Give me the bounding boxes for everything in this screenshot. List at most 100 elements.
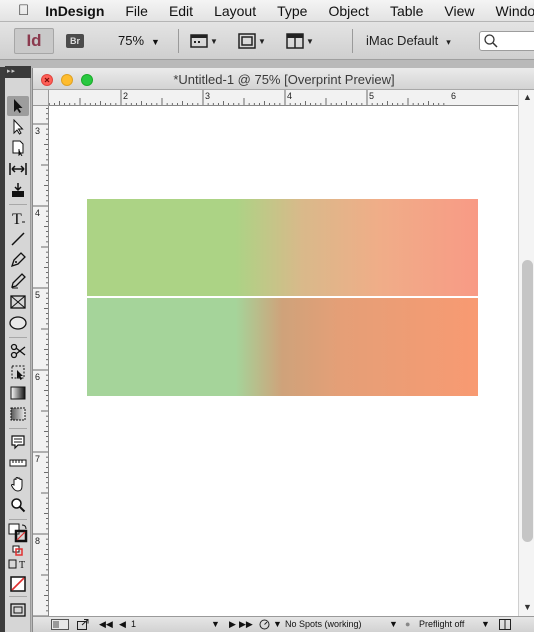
selection-tool[interactable] bbox=[7, 96, 29, 116]
gradient-feather-tool[interactable] bbox=[7, 404, 29, 424]
tools-divider bbox=[9, 337, 27, 338]
ellipse-tool[interactable] bbox=[7, 313, 29, 333]
workspace-switcher[interactable]: iMac Default ▾ bbox=[366, 33, 451, 48]
document-titlebar[interactable]: *Untitled-1 @ 75% [Overprint Preview] bbox=[33, 68, 534, 90]
menu-file[interactable]: File bbox=[125, 3, 148, 19]
page-canvas[interactable] bbox=[49, 106, 518, 616]
pen-tool-icon bbox=[10, 252, 26, 268]
type-tool-icon: T bbox=[12, 211, 25, 226]
pencil-tool-icon bbox=[11, 273, 26, 289]
status-bar: ◀◀ ◀ 1 ▼ ▶ ▶▶ ▼ No Spots (working) ▼ ● P… bbox=[33, 616, 534, 632]
last-page-icon[interactable]: ▶▶ bbox=[239, 619, 253, 630]
direct-selection-arrow-icon bbox=[13, 119, 24, 135]
apple-menu-icon[interactable]:  bbox=[18, 2, 29, 19]
type-tool[interactable]: T bbox=[7, 208, 29, 228]
preflight-chevron-icon[interactable]: ▼ bbox=[481, 619, 490, 629]
previous-page-icon[interactable]: ◀ bbox=[119, 619, 126, 630]
scissors-tool[interactable] bbox=[7, 341, 29, 361]
menu-table[interactable]: Table bbox=[390, 3, 423, 19]
note-tool[interactable] bbox=[7, 432, 29, 452]
menu-view[interactable]: View bbox=[444, 3, 474, 19]
menu-type[interactable]: Type bbox=[277, 3, 307, 19]
ruler-label: 2 bbox=[123, 91, 129, 101]
search-input[interactable] bbox=[479, 31, 534, 51]
pencil-tool[interactable] bbox=[7, 271, 29, 291]
tools-divider bbox=[9, 204, 27, 205]
vertical-scrollbar[interactable]: ▲ ▼ bbox=[518, 90, 534, 616]
menu-window[interactable]: Windo bbox=[496, 3, 534, 19]
spots-chevron-icon[interactable]: ▼ bbox=[389, 619, 398, 629]
search-icon bbox=[484, 34, 498, 48]
gradient-rectangle-bottom[interactable] bbox=[87, 298, 478, 396]
content-collector-tool[interactable] bbox=[7, 180, 29, 200]
selection-arrow-icon bbox=[14, 99, 23, 113]
application-bar: Id Br 75% ▼ ▼ ▼ ▼ iMac Default ▾ bbox=[0, 22, 534, 60]
note-tool-icon bbox=[11, 435, 25, 450]
panel-grip[interactable]: ▸▸ bbox=[5, 66, 31, 78]
horizontal-ruler[interactable]: 2 3 4 5 6 bbox=[49, 90, 518, 106]
open-page-icon[interactable] bbox=[77, 619, 89, 630]
view-options-button[interactable]: ▼ bbox=[190, 32, 218, 50]
page-tool[interactable] bbox=[7, 138, 29, 158]
rectangle-frame-icon bbox=[10, 295, 26, 309]
proof-chevron-icon[interactable]: ▼ bbox=[273, 619, 282, 629]
line-tool[interactable] bbox=[7, 229, 29, 249]
chevron-down-icon: ▼ bbox=[210, 36, 218, 46]
ruler-label: 3 bbox=[205, 91, 211, 101]
ruler-label: 4 bbox=[287, 91, 293, 101]
page-number-field[interactable]: 1 bbox=[131, 619, 136, 629]
page-thumbnail-icon[interactable] bbox=[51, 619, 69, 630]
gradient-swatch-tool[interactable] bbox=[7, 383, 29, 403]
split-window-icon[interactable] bbox=[499, 619, 511, 630]
chevron-down-icon: ▼ bbox=[306, 36, 314, 46]
fill-stroke-swatches[interactable] bbox=[7, 522, 29, 544]
indesign-logo: Id bbox=[14, 28, 54, 54]
gap-tool-icon bbox=[9, 163, 27, 175]
menu-layout[interactable]: Layout bbox=[214, 3, 256, 19]
screen-mode-tool[interactable] bbox=[7, 600, 29, 620]
ellipse-tool-icon bbox=[9, 316, 27, 330]
view-options-icon bbox=[190, 34, 208, 48]
workspace-name: iMac Default bbox=[366, 33, 439, 48]
ruler-icon bbox=[9, 459, 27, 467]
next-page-icon[interactable]: ▶ bbox=[229, 619, 236, 630]
measure-tool[interactable] bbox=[7, 453, 29, 473]
screen-mode-button[interactable]: ▼ bbox=[238, 32, 266, 50]
ruler-label: 6 bbox=[35, 372, 41, 382]
tools-divider bbox=[9, 428, 27, 429]
zoom-tool[interactable] bbox=[7, 495, 29, 515]
screen-mode-icon bbox=[238, 33, 256, 49]
proof-setup-icon[interactable] bbox=[259, 619, 271, 630]
vertical-ruler[interactable]: 3 4 5 6 7 8 bbox=[33, 106, 49, 616]
tools-divider bbox=[9, 596, 27, 597]
direct-selection-tool[interactable] bbox=[7, 117, 29, 137]
menu-object[interactable]: Object bbox=[328, 3, 368, 19]
preflight-status[interactable]: Preflight off bbox=[419, 619, 464, 629]
svg-text:T: T bbox=[19, 560, 25, 570]
arrange-documents-button[interactable]: ▼ bbox=[286, 32, 314, 50]
bridge-button[interactable]: Br bbox=[66, 34, 84, 48]
hand-tool[interactable] bbox=[7, 474, 29, 494]
ruler-label: 6 bbox=[451, 91, 457, 101]
gap-tool[interactable] bbox=[7, 159, 29, 179]
free-transform-tool[interactable] bbox=[7, 362, 29, 382]
scroll-down-arrow-icon[interactable]: ▼ bbox=[523, 602, 532, 612]
scrollbar-thumb[interactable] bbox=[522, 260, 533, 542]
ruler-label: 8 bbox=[35, 536, 41, 546]
pen-tool[interactable] bbox=[7, 250, 29, 270]
chevron-down-icon: ▼ bbox=[258, 36, 266, 46]
first-page-icon[interactable]: ◀◀ bbox=[99, 619, 113, 630]
apply-none-button[interactable] bbox=[7, 574, 29, 594]
rectangle-frame-tool[interactable] bbox=[7, 292, 29, 312]
gradient-rectangle-top[interactable] bbox=[87, 199, 478, 296]
ruler-label: 3 bbox=[35, 126, 41, 136]
menu-app-name[interactable]: InDesign bbox=[45, 3, 104, 19]
page-dropdown-chevron-icon[interactable]: ▼ bbox=[211, 619, 220, 629]
free-transform-icon bbox=[11, 365, 25, 380]
zoom-level-dropdown[interactable]: 75% ▼ bbox=[118, 33, 160, 48]
scroll-up-arrow-icon[interactable]: ▲ bbox=[523, 92, 532, 102]
menu-edit[interactable]: Edit bbox=[169, 3, 193, 19]
ruler-origin[interactable] bbox=[33, 90, 49, 106]
toolbar-divider bbox=[352, 29, 353, 53]
formatting-affects-container[interactable]: T bbox=[7, 556, 29, 572]
